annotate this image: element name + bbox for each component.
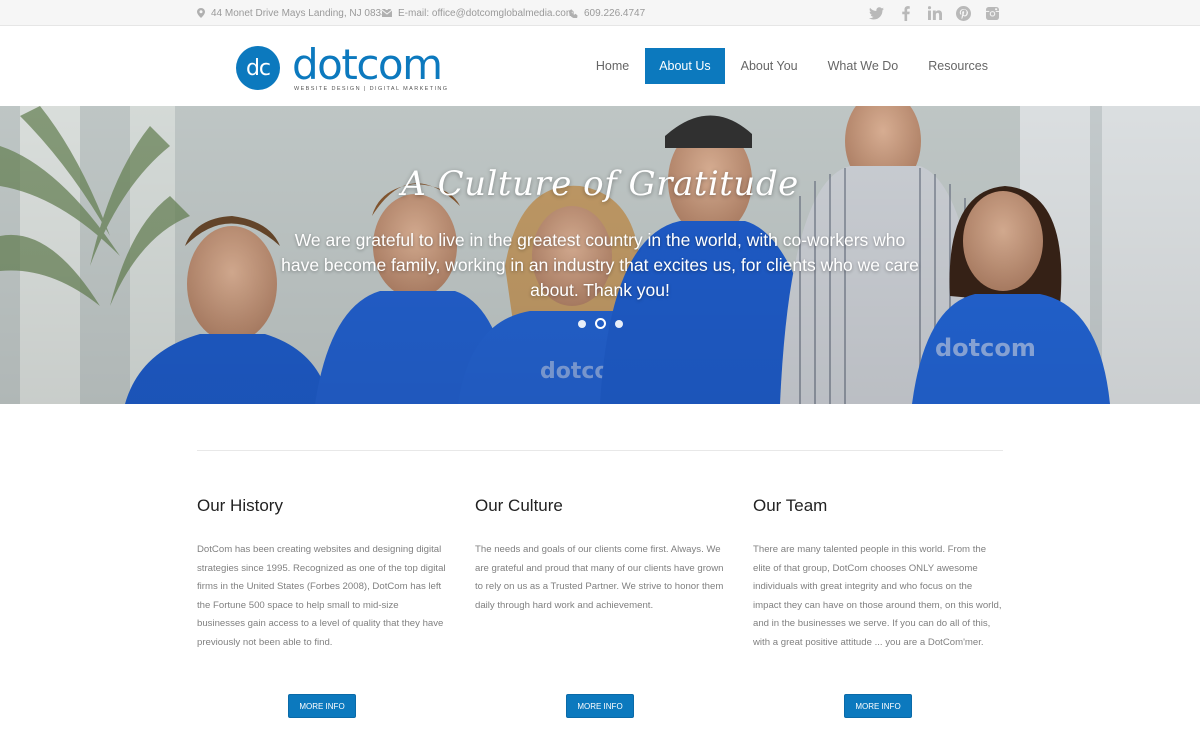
culture-more-info-button[interactable]: MORE INFO bbox=[566, 694, 634, 718]
history-text: DotCom has been creating websites and de… bbox=[197, 544, 446, 648]
culture-column: Our Culture The needs and goals of our c… bbox=[475, 496, 725, 615]
culture-title: Our Culture bbox=[475, 496, 563, 515]
address-text: 44 Monet Drive Mays Landing, NJ 08330 bbox=[211, 7, 393, 19]
logo-wordmark: dotcom bbox=[292, 39, 443, 89]
logo-monogram: dc bbox=[236, 46, 280, 90]
main-nav: Home About Us About You What We Do Resou… bbox=[580, 48, 1002, 84]
site-header: dc dotcom WEBSITE DESIGN | DIGITAL MARKE… bbox=[0, 26, 1200, 106]
section-divider bbox=[197, 450, 1003, 451]
top-info-bar: 44 Monet Drive Mays Landing, NJ 08330 E-… bbox=[0, 0, 1200, 26]
nav-about-you[interactable]: About You bbox=[727, 48, 812, 84]
phone-text[interactable]: 609.226.4747 bbox=[584, 8, 645, 19]
hero-slider: dotcom dotcom A Culture of Gratitude We … bbox=[0, 106, 1200, 404]
hero-title: A Culture of Gratitude bbox=[401, 164, 799, 204]
instagram-icon[interactable] bbox=[985, 6, 1000, 21]
slider-dot-2[interactable] bbox=[594, 318, 606, 329]
culture-text: The needs and goals of our clients come … bbox=[475, 544, 724, 611]
nav-what-we-do[interactable]: What We Do bbox=[814, 48, 913, 84]
nav-about-us[interactable]: About Us bbox=[645, 48, 725, 84]
site-logo[interactable]: dc dotcom WEBSITE DESIGN | DIGITAL MARKE… bbox=[236, 43, 448, 93]
email-info[interactable]: E-mail: office@dotcomglobalmedia.com bbox=[382, 0, 574, 26]
nav-home[interactable]: Home bbox=[582, 48, 643, 84]
hero-text: We are grateful to live in the greatest … bbox=[281, 230, 919, 300]
team-column: Our Team There are many talented people … bbox=[753, 496, 1003, 653]
team-more-info-button[interactable]: MORE INFO bbox=[844, 694, 912, 718]
map-pin-icon bbox=[197, 8, 205, 18]
logo-tagline: WEBSITE DESIGN | DIGITAL MARKETING bbox=[294, 85, 449, 92]
facebook-icon[interactable] bbox=[898, 5, 913, 21]
slider-dot-3[interactable] bbox=[614, 319, 623, 328]
slider-dot-1[interactable] bbox=[577, 319, 586, 328]
twitter-icon[interactable] bbox=[869, 6, 884, 21]
history-title: Our History bbox=[197, 496, 283, 515]
phone-info[interactable]: 609.226.4747 bbox=[569, 0, 645, 26]
history-more-info-button[interactable]: MORE INFO bbox=[288, 694, 356, 718]
phone-icon bbox=[569, 8, 578, 18]
pinterest-icon[interactable] bbox=[956, 5, 971, 21]
social-links bbox=[869, 0, 1000, 26]
linkedin-icon[interactable] bbox=[927, 6, 942, 21]
team-text: There are many talented people in this w… bbox=[753, 544, 1002, 648]
nav-resources[interactable]: Resources bbox=[914, 48, 1002, 84]
team-title: Our Team bbox=[753, 496, 828, 515]
logo-text: dotcom WEBSITE DESIGN | DIGITAL MARKETIN… bbox=[292, 39, 449, 92]
address-info: 44 Monet Drive Mays Landing, NJ 08330 bbox=[197, 0, 392, 26]
slider-dots bbox=[0, 318, 1200, 329]
history-column: Our History DotCom has been creating web… bbox=[197, 496, 447, 653]
envelope-icon bbox=[382, 9, 392, 17]
email-link[interactable]: E-mail: office@dotcomglobalmedia.com bbox=[398, 8, 574, 19]
